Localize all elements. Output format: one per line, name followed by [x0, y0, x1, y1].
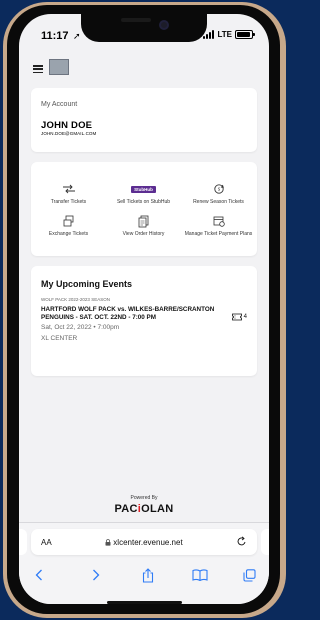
event-season: WOLF PACK 2022-2023 SEASON	[41, 297, 110, 302]
order-history-icon	[106, 214, 181, 228]
battery-icon	[235, 30, 255, 39]
share-button[interactable]	[134, 561, 162, 589]
back-button[interactable]	[25, 561, 53, 589]
paciolan-logo-part1: PAC	[114, 503, 138, 515]
event-venue: XL CENTER	[41, 335, 78, 342]
venue-logo[interactable]	[49, 59, 69, 75]
paciolan-logo-part2: OLAN	[141, 503, 174, 515]
actions-card: Transfer Tickets StubHub Sell Tickets on…	[31, 162, 257, 256]
stubhub-badge: StubHub	[131, 185, 156, 193]
transfer-tickets-button[interactable]: Transfer Tickets	[31, 182, 106, 206]
event-date: Sat, Oct 22, 2022 • 7:00pm	[41, 324, 120, 331]
upcoming-events-card: My Upcoming Events WOLF PACK 2022-2023 S…	[31, 266, 257, 376]
exchange-tickets-button[interactable]: Exchange Tickets	[31, 214, 106, 238]
exchange-icon	[31, 214, 106, 228]
book-icon	[192, 569, 208, 581]
status-time: 11:17	[41, 30, 69, 42]
safari-toolbar	[19, 561, 269, 589]
reload-icon[interactable]	[237, 536, 247, 547]
stubhub-icon: StubHub	[106, 182, 181, 196]
chevron-left-icon	[35, 569, 42, 581]
upcoming-events-title: My Upcoming Events	[41, 279, 133, 289]
svg-text:$: $	[217, 187, 220, 192]
forward-button[interactable]	[82, 561, 110, 589]
payment-plan-icon	[181, 214, 256, 228]
exchange-tickets-label: Exchange Tickets	[48, 231, 89, 237]
order-history-button[interactable]: View Order History	[106, 214, 181, 238]
event-name-link[interactable]: HARTFORD WOLF PACK vs. WILKES-BARRE/SCRA…	[41, 306, 241, 322]
powered-by-label: Powered By	[130, 495, 158, 501]
sell-stubhub-label: Sell Tickets on StubHub	[116, 199, 171, 205]
carrier-label: LTE	[217, 30, 232, 39]
previous-tab-edge[interactable]	[19, 529, 27, 555]
page-background: 11:17 ➚ LTE My Account JOHN DOE JOHN.DOE…	[0, 0, 288, 620]
share-icon	[142, 567, 154, 583]
phone-screen: 11:17 ➚ LTE My Account JOHN DOE JOHN.DOE…	[19, 14, 269, 604]
safari-bottom-bar: AA xlcenter.evenue.net	[19, 522, 269, 604]
ticket-count-button[interactable]: 4	[231, 313, 247, 321]
location-arrow-icon: ➚	[73, 31, 81, 41]
menu-icon[interactable]	[33, 65, 43, 73]
camera-icon	[159, 20, 169, 30]
renew-icon: $	[181, 182, 256, 196]
next-tab-edge[interactable]	[261, 529, 269, 555]
tabs-button[interactable]	[235, 561, 263, 589]
order-history-label: View Order History	[122, 231, 165, 237]
renew-season-label: Renew Season Tickets	[193, 199, 244, 205]
lock-icon	[105, 539, 111, 546]
ticket-icon	[231, 313, 242, 321]
url-display[interactable]: xlcenter.evenue.net	[31, 538, 257, 547]
account-label: My Account	[41, 101, 78, 108]
transfer-tickets-label: Transfer Tickets	[50, 199, 87, 205]
account-card[interactable]: My Account JOHN DOE JOHN.DOE@GMAIL.COM	[31, 88, 257, 152]
address-bar[interactable]: AA xlcenter.evenue.net	[31, 529, 257, 555]
home-indicator[interactable]	[107, 601, 182, 604]
payment-plans-button[interactable]: Manage Ticket Payment Plans	[181, 214, 256, 238]
renew-season-button[interactable]: $ Renew Season Tickets	[181, 182, 256, 206]
chevron-right-icon	[93, 569, 100, 581]
paciolan-logo: PACiOLAN	[19, 503, 269, 515]
app-header	[19, 56, 269, 82]
account-email: JOHN.DOE@GMAIL.COM	[41, 131, 97, 136]
transfer-icon	[31, 182, 106, 196]
bookmarks-button[interactable]	[186, 561, 214, 589]
url-text: xlcenter.evenue.net	[113, 538, 183, 547]
tabs-icon	[242, 568, 256, 582]
status-indicators: LTE	[203, 30, 255, 39]
phone-notch	[81, 14, 207, 42]
payment-plans-label: Manage Ticket Payment Plans	[184, 231, 253, 237]
account-name: JOHN DOE	[41, 120, 93, 131]
sell-stubhub-button[interactable]: StubHub Sell Tickets on StubHub	[106, 182, 181, 206]
ticket-count: 4	[243, 314, 247, 320]
